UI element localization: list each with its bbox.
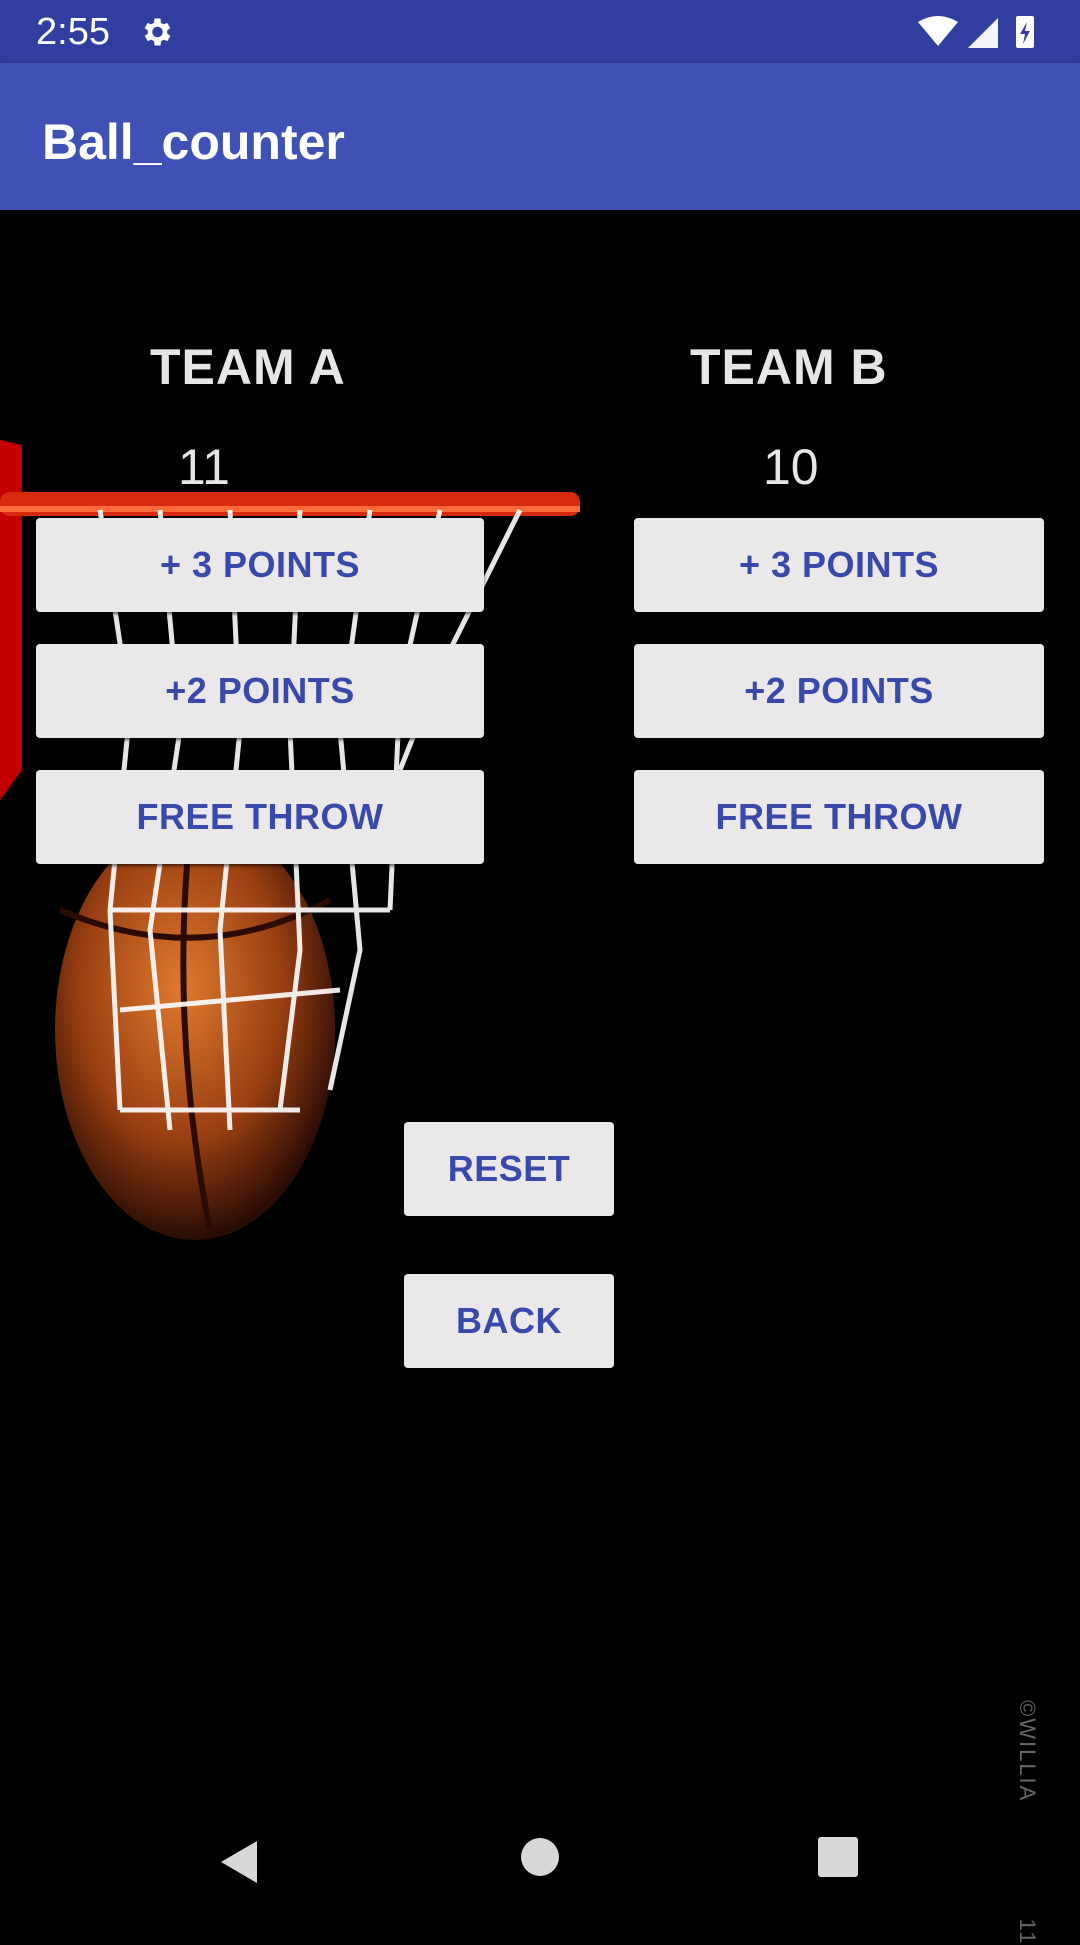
team-b-free-throw-button[interactable]: FREE THROW	[634, 770, 1044, 864]
wifi-icon	[918, 16, 958, 46]
team-a-label: TEAM A	[150, 339, 346, 395]
gear-icon	[144, 18, 171, 46]
app-bar: Ball_counter	[0, 63, 1080, 210]
status-bar: 2:55	[0, 0, 1080, 63]
team-b-label: TEAM B	[690, 339, 888, 395]
content: TEAM A TEAM B 11 10 + 3 POINTS +2 POINTS…	[0, 210, 1080, 1945]
home-icon[interactable]	[520, 1837, 560, 1877]
basketball-hoop-image	[0, 440, 580, 1240]
recents-icon[interactable]	[818, 1837, 858, 1877]
back-button[interactable]: BACK	[404, 1274, 614, 1368]
reset-button[interactable]: RESET	[404, 1122, 614, 1216]
status-time: 2:55	[36, 11, 110, 53]
team-a-plus-3-button[interactable]: + 3 POINTS	[36, 518, 484, 612]
team-b-plus-3-button[interactable]: + 3 POINTS	[634, 518, 1044, 612]
team-a-plus-2-button[interactable]: +2 POINTS	[36, 644, 484, 738]
back-icon[interactable]	[215, 1837, 265, 1887]
signal-icon	[968, 18, 998, 48]
status-icons	[918, 16, 1034, 48]
team-b-score: 10	[763, 439, 819, 495]
team-a-free-throw-button[interactable]: FREE THROW	[36, 770, 484, 864]
team-b-plus-2-button[interactable]: +2 POINTS	[634, 644, 1044, 738]
nav-bar	[0, 1800, 1080, 1920]
team-a-score: 11	[178, 439, 230, 495]
app-title: Ball_counter	[42, 114, 345, 170]
